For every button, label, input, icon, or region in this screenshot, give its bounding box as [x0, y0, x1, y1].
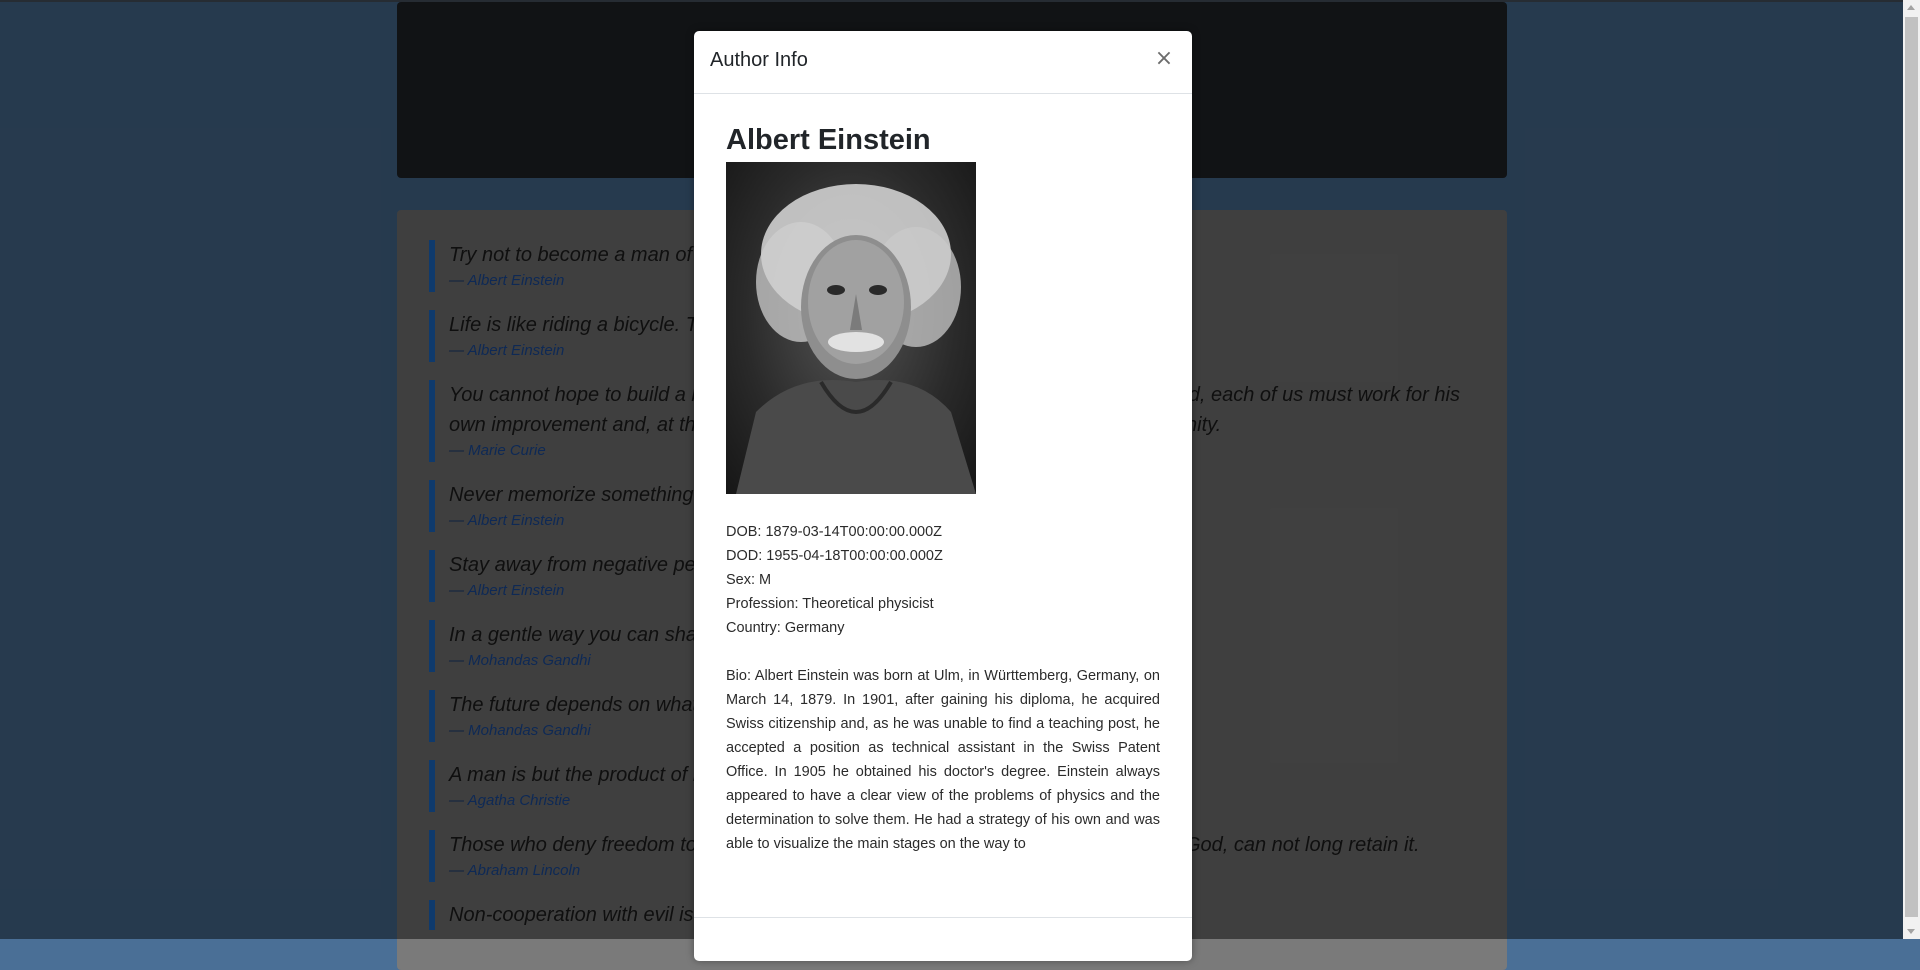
dob-text: DOB: 1879-03-14T00:00:00.000Z: [726, 524, 943, 540]
portrait-image: [736, 184, 976, 494]
scroll-up-arrow-icon[interactable]: [1907, 5, 1915, 10]
page-scrollbar[interactable]: [1903, 0, 1920, 939]
modal-title: Author Info: [710, 49, 808, 71]
scroll-down-arrow-icon[interactable]: [1907, 929, 1915, 934]
author-portrait: [726, 162, 976, 494]
close-button[interactable]: ×: [1152, 45, 1176, 73]
top-border-overlay: [0, 0, 1920, 2]
modal-header: Author Info ×: [694, 31, 1192, 94]
profession-text: Profession: Theoretical physicist: [726, 596, 934, 612]
modal-body: Albert Einstein DOB: 1879-03-14T00:00:00…: [694, 94, 1192, 856]
author-name: Albert Einstein: [726, 124, 931, 156]
sex-text: Sex: M: [726, 572, 772, 588]
country-text: Country: Germany: [726, 620, 845, 636]
scroll-thumb[interactable]: [1905, 17, 1918, 917]
author-bio: Bio: Albert Einstein was born at Ulm, in…: [726, 668, 1160, 852]
author-info-modal: Author Info × Albert Einstein DOB: 1879-…: [694, 31, 1192, 961]
dod-text: DOD: 1955-04-18T00:00:00.000Z: [726, 548, 943, 564]
modal-footer-divider: [694, 917, 1192, 918]
author-details: DOB: 1879-03-14T00:00:00.000Z DOD: 1955-…: [726, 520, 1160, 640]
